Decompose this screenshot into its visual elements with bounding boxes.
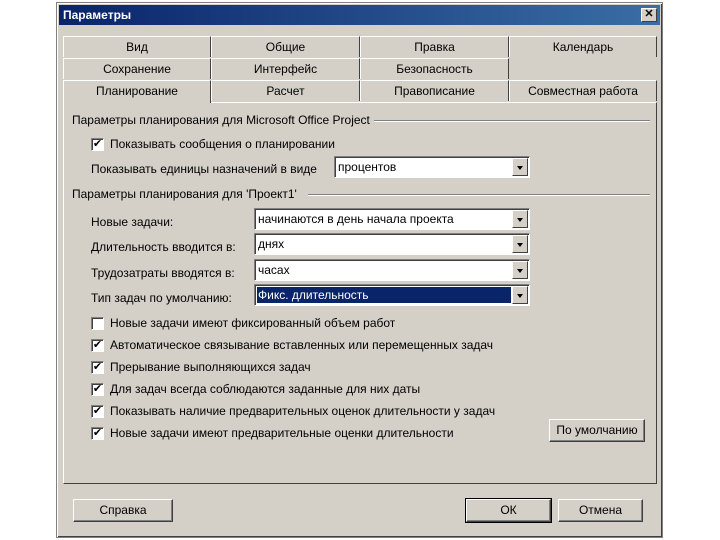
- new-tasks-value: начинаются в день начала проекта: [258, 212, 454, 226]
- autolink-checkbox[interactable]: ✔: [91, 339, 104, 352]
- close-button[interactable]: ✕: [641, 8, 657, 22]
- fixed-work-label: Новые задачи имеют фиксированный объем р…: [110, 316, 396, 330]
- ok-button[interactable]: ОК: [465, 498, 552, 523]
- set-default-button[interactable]: По умолчанию: [549, 419, 645, 442]
- cancel-button[interactable]: Отмена: [558, 499, 643, 522]
- chevron-down-icon[interactable]: [512, 261, 528, 279]
- scheduling-panel: Параметры планирования для Microsoft Off…: [63, 102, 657, 484]
- group1-title: Параметры планирования для Microsoft Off…: [72, 113, 370, 127]
- check-icon: ✔: [92, 383, 103, 395]
- tab-collaborate[interactable]: Совместная работа: [509, 80, 657, 101]
- close-icon: ✕: [644, 8, 654, 20]
- fixed-work-checkbox[interactable]: [91, 317, 104, 330]
- chevron-down-icon[interactable]: [512, 158, 528, 176]
- window-title: Параметры: [63, 8, 132, 22]
- group2-title: Параметры планирования для 'Проект1': [72, 187, 297, 201]
- split-tasks-label: Прерывание выполняющихся задач: [110, 360, 311, 374]
- work-select[interactable]: часах: [254, 259, 530, 281]
- task-type-label: Тип задач по умолчанию:: [91, 291, 232, 305]
- new-tasks-select[interactable]: начинаются в день начала проекта: [254, 208, 530, 230]
- chevron-down-icon[interactable]: [512, 210, 528, 228]
- check-icon: ✔: [92, 427, 103, 439]
- tab-view[interactable]: Вид: [63, 36, 211, 57]
- tab-calendar[interactable]: Календарь: [509, 36, 657, 57]
- tab-save[interactable]: Сохранение: [63, 58, 211, 79]
- show-estimates-label: Показывать наличие предварительных оцено…: [110, 404, 496, 418]
- units-select[interactable]: процентов: [334, 156, 530, 178]
- task-type-value: Фикс. длительность: [257, 287, 511, 303]
- autolink-label: Автоматическое связывание вставленных ил…: [110, 338, 494, 352]
- duration-select[interactable]: днях: [254, 233, 530, 255]
- show-messages-checkbox[interactable]: ✔: [91, 138, 104, 151]
- tab-calculation[interactable]: Расчет: [211, 80, 360, 101]
- work-value: часах: [258, 263, 290, 277]
- duration-label: Длительность вводится в:: [91, 240, 236, 254]
- check-icon: ✔: [92, 339, 103, 351]
- honor-constraints-checkbox[interactable]: ✔: [91, 383, 104, 396]
- check-icon: ✔: [92, 361, 103, 373]
- estimated-duration-label: Новые задачи имеют предварительные оценк…: [110, 426, 454, 440]
- tab-interface[interactable]: Интерфейс: [211, 58, 360, 79]
- tab-security[interactable]: Безопасность: [360, 58, 509, 79]
- chevron-down-icon[interactable]: [512, 235, 528, 253]
- work-label: Трудозатраты вводятся в:: [91, 266, 235, 280]
- duration-value: днях: [258, 237, 285, 251]
- honor-constraints-label: Для задач всегда соблюдаются заданные дл…: [110, 382, 421, 396]
- tab-spelling[interactable]: Правописание: [360, 80, 509, 101]
- title-bar: Параметры ✕: [59, 5, 660, 25]
- check-icon: ✔: [92, 138, 103, 150]
- group1-divider: [374, 120, 650, 122]
- split-tasks-checkbox[interactable]: ✔: [91, 361, 104, 374]
- tab-scheduling[interactable]: Планирование: [63, 80, 211, 103]
- show-estimates-checkbox[interactable]: ✔: [91, 405, 104, 418]
- units-label: Показывать единицы назначений в виде: [91, 162, 317, 176]
- show-messages-label: Показывать сообщения о планировании: [110, 137, 335, 151]
- help-button[interactable]: Справка: [73, 499, 173, 522]
- tab-general[interactable]: Общие: [211, 36, 360, 57]
- chevron-down-icon[interactable]: [512, 286, 528, 304]
- check-icon: ✔: [92, 405, 103, 417]
- options-dialog: Параметры ✕ Вид Общие Правка Календарь С…: [56, 2, 663, 538]
- task-type-select[interactable]: Фикс. длительность: [254, 284, 530, 306]
- estimated-duration-checkbox[interactable]: ✔: [91, 427, 104, 440]
- tab-edit[interactable]: Правка: [360, 36, 509, 57]
- units-value: процентов: [338, 160, 397, 174]
- group2-divider: [308, 194, 650, 196]
- new-tasks-label: Новые задачи:: [91, 215, 174, 229]
